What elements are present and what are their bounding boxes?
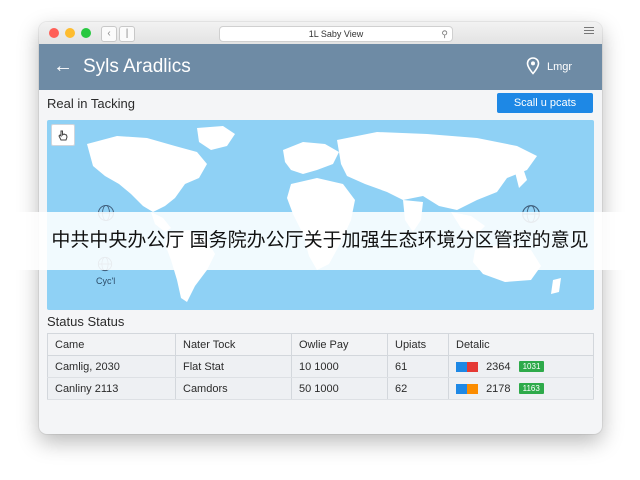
cell-pay: 10 1000	[291, 355, 388, 378]
app-header: ← Syls Aradlics Lmgr	[39, 44, 602, 90]
address-bar-text: 1L Saby View	[308, 29, 364, 39]
cell-pay: 50 1000	[291, 377, 388, 400]
status-table: Came Nater Tock Owlie Pay Upiats Detalic…	[47, 333, 594, 400]
arrow-left-icon[interactable]: ←	[53, 55, 75, 77]
status-badge: 1163	[518, 383, 544, 395]
address-bar[interactable]: 1L Saby View ⚲	[219, 26, 453, 42]
flag-stripe	[456, 361, 467, 372]
detail-value: 2364	[486, 360, 511, 373]
flag-stripe	[467, 383, 478, 394]
column-header[interactable]: Nater Tock	[175, 333, 292, 356]
app-title: Syls Aradlics	[83, 56, 191, 77]
browser-forward-button[interactable]: |	[119, 26, 135, 42]
europe-shape	[283, 142, 339, 174]
column-header[interactable]: Detalic	[448, 333, 594, 356]
map-marker-label: Cyc'l	[96, 276, 116, 286]
table-header-row: Came Nater Tock Owlie Pay Upiats Detalic	[47, 333, 594, 356]
asia-shape	[337, 132, 537, 210]
cell-name: Camlig, 2030	[47, 355, 176, 378]
overlay-banner: 中共中央办公厅 国务院办公厅关于加强生态环境分区管控的意见	[0, 212, 640, 270]
flag-stripe	[467, 361, 478, 372]
status-badge: 1031	[518, 361, 545, 373]
detail-value: 2178	[486, 382, 511, 395]
column-header[interactable]: Came	[47, 333, 176, 356]
map-pin-icon[interactable]	[526, 57, 540, 75]
browser-titlebar: ‹ | 1L Saby View ⚲	[39, 22, 602, 45]
flag-icon	[456, 383, 478, 394]
cell-detail: 2178 1163	[448, 377, 594, 400]
table-row[interactable]: Canliny 2113 Camdors 50 1000 62 2178 116…	[47, 377, 594, 400]
north-america-shape	[87, 136, 207, 212]
overlay-banner-text: 中共中央办公厅 国务院办公厅关于加强生态环境分区管控的意见	[51, 230, 589, 251]
tracking-title: Real in Tacking	[47, 96, 135, 111]
flag-icon	[456, 361, 478, 372]
search-icon[interactable]: ⚲	[441, 27, 448, 41]
browser-back-button[interactable]: ‹	[101, 26, 117, 42]
cell-detail: 2364 1031	[448, 355, 594, 378]
status-title: Status Status	[47, 314, 125, 329]
cell-tock: Flat Stat	[175, 355, 292, 378]
map-tool-button[interactable]	[51, 124, 75, 146]
maximize-window-button[interactable]	[81, 28, 91, 38]
column-header[interactable]: Upiats	[387, 333, 449, 356]
cell-upiats: 61	[387, 355, 449, 378]
scan-updates-button[interactable]: Scall u pcats	[497, 93, 593, 113]
table-row[interactable]: Camlig, 2030 Flat Stat 10 1000 61 2364 1…	[47, 355, 594, 378]
cell-name: Canliny 2113	[47, 377, 176, 400]
hamburger-menu-icon[interactable]	[584, 27, 594, 37]
location-label[interactable]: Lmgr	[547, 60, 572, 74]
minimize-window-button[interactable]	[65, 28, 75, 38]
cell-upiats: 62	[387, 377, 449, 400]
cell-tock: Camdors	[175, 377, 292, 400]
new-zealand-shape	[551, 278, 561, 294]
close-window-button[interactable]	[49, 28, 59, 38]
hand-pointer-icon	[58, 130, 68, 141]
flag-stripe	[456, 383, 467, 394]
column-header[interactable]: Owlie Pay	[291, 333, 388, 356]
greenland-shape	[197, 126, 235, 150]
